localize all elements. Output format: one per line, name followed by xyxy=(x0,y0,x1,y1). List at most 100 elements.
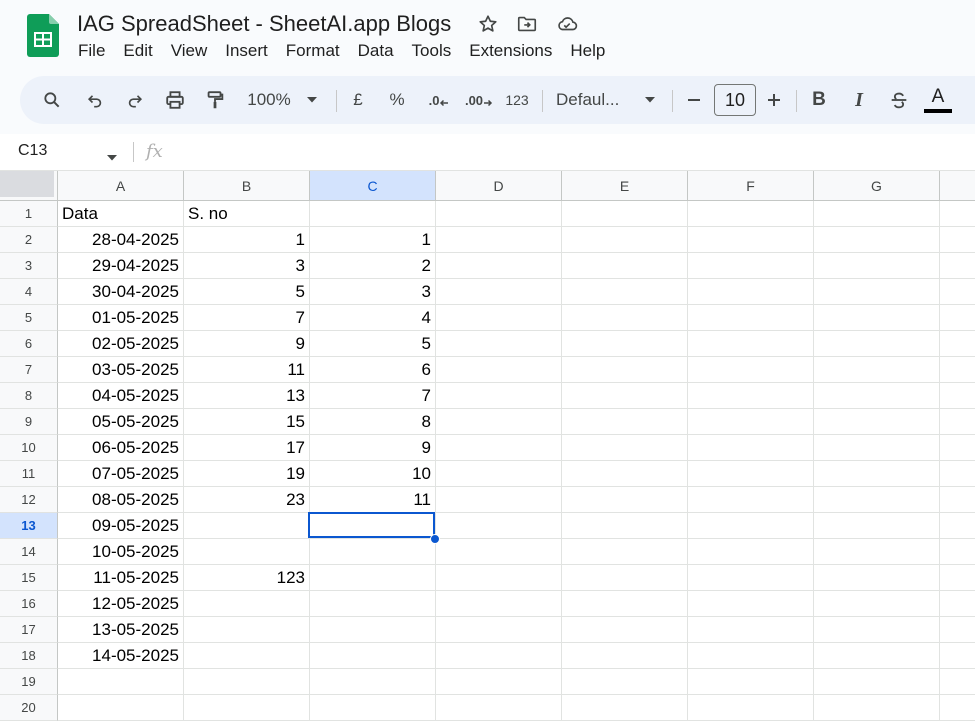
row-header[interactable]: 18 xyxy=(0,643,58,669)
cell-a[interactable]: 03-05-2025 xyxy=(58,357,184,383)
cell-empty[interactable] xyxy=(688,539,814,565)
fill-handle[interactable] xyxy=(430,534,440,544)
cell-a[interactable]: 06-05-2025 xyxy=(58,435,184,461)
cell-c[interactable] xyxy=(310,617,436,643)
undo-icon[interactable] xyxy=(78,76,112,124)
cell-empty[interactable] xyxy=(814,409,940,435)
cell-a[interactable]: 01-05-2025 xyxy=(58,305,184,331)
paint-format-icon[interactable] xyxy=(198,76,232,124)
cell-c[interactable]: 4 xyxy=(310,305,436,331)
cell-c[interactable]: 11 xyxy=(310,487,436,513)
cell-empty[interactable] xyxy=(436,227,562,253)
cell-a[interactable]: 09-05-2025 xyxy=(58,513,184,539)
row-header[interactable]: 1 xyxy=(0,201,58,227)
cell-c[interactable] xyxy=(310,201,436,227)
row-header[interactable]: 17 xyxy=(0,617,58,643)
cell-c[interactable]: 2 xyxy=(310,253,436,279)
select-all-corner[interactable] xyxy=(0,171,58,201)
cell-c[interactable]: 9 xyxy=(310,435,436,461)
cell-empty[interactable] xyxy=(688,695,814,721)
bold-button[interactable]: B xyxy=(806,76,832,124)
column-header-f[interactable]: F xyxy=(688,171,814,201)
cell-empty[interactable] xyxy=(940,513,975,539)
cell-empty[interactable] xyxy=(940,617,975,643)
cell-b[interactable]: 5 xyxy=(184,279,310,305)
percent-format-button[interactable]: % xyxy=(384,76,410,124)
cell-c[interactable]: 8 xyxy=(310,409,436,435)
cell-b[interactable]: 123 xyxy=(184,565,310,591)
cell-a[interactable]: 30-04-2025 xyxy=(58,279,184,305)
cell-b[interactable] xyxy=(184,695,310,721)
currency-format-button[interactable]: £ xyxy=(346,76,370,124)
cell-empty[interactable] xyxy=(562,253,688,279)
zoom-caret-icon[interactable] xyxy=(302,76,322,124)
cell-b[interactable] xyxy=(184,513,310,539)
cell-empty[interactable] xyxy=(436,409,562,435)
menu-view[interactable]: View xyxy=(162,40,217,62)
row-header[interactable]: 12 xyxy=(0,487,58,513)
cell-c[interactable]: 1 xyxy=(310,227,436,253)
document-title[interactable]: IAG SpreadSheet - SheetAI.app Blogs xyxy=(77,10,451,38)
move-to-folder-icon[interactable] xyxy=(515,12,539,36)
cell-a[interactable]: Data xyxy=(58,201,184,227)
cell-empty[interactable] xyxy=(562,591,688,617)
cell-empty[interactable] xyxy=(814,539,940,565)
cell-empty[interactable] xyxy=(436,253,562,279)
cell-a[interactable]: 05-05-2025 xyxy=(58,409,184,435)
cell-empty[interactable] xyxy=(814,565,940,591)
cell-empty[interactable] xyxy=(940,357,975,383)
cell-c[interactable] xyxy=(310,591,436,617)
cell-c[interactable]: 7 xyxy=(310,383,436,409)
cell-empty[interactable] xyxy=(940,435,975,461)
cell-empty[interactable] xyxy=(436,201,562,227)
row-header[interactable]: 16 xyxy=(0,591,58,617)
cell-empty[interactable] xyxy=(814,227,940,253)
cell-empty[interactable] xyxy=(688,331,814,357)
cell-empty[interactable] xyxy=(814,487,940,513)
cell-empty[interactable] xyxy=(814,201,940,227)
cell-empty[interactable] xyxy=(436,357,562,383)
cell-empty[interactable] xyxy=(688,591,814,617)
cell-empty[interactable] xyxy=(688,487,814,513)
zoom-select[interactable]: 100% xyxy=(242,76,296,124)
cell-empty[interactable] xyxy=(940,539,975,565)
cell-empty[interactable] xyxy=(562,305,688,331)
cell-empty[interactable] xyxy=(940,331,975,357)
cell-a[interactable]: 08-05-2025 xyxy=(58,487,184,513)
cell-empty[interactable] xyxy=(814,643,940,669)
cell-empty[interactable] xyxy=(940,279,975,305)
cell-c[interactable]: 10 xyxy=(310,461,436,487)
row-header[interactable]: 6 xyxy=(0,331,58,357)
cell-b[interactable]: 9 xyxy=(184,331,310,357)
row-header[interactable]: 8 xyxy=(0,383,58,409)
cell-empty[interactable] xyxy=(940,669,975,695)
column-header-d[interactable]: D xyxy=(436,171,562,201)
row-header[interactable]: 4 xyxy=(0,279,58,305)
cell-b[interactable] xyxy=(184,643,310,669)
row-header[interactable]: 5 xyxy=(0,305,58,331)
row-header[interactable]: 10 xyxy=(0,435,58,461)
cell-b[interactable] xyxy=(184,591,310,617)
cell-empty[interactable] xyxy=(436,591,562,617)
row-header[interactable]: 15 xyxy=(0,565,58,591)
cell-empty[interactable] xyxy=(688,383,814,409)
cell-empty[interactable] xyxy=(940,253,975,279)
menu-file[interactable]: File xyxy=(69,40,114,62)
row-header[interactable]: 9 xyxy=(0,409,58,435)
cell-empty[interactable] xyxy=(562,331,688,357)
cell-empty[interactable] xyxy=(814,253,940,279)
cell-empty[interactable] xyxy=(940,487,975,513)
cell-b[interactable]: 7 xyxy=(184,305,310,331)
menu-insert[interactable]: Insert xyxy=(216,40,277,62)
menu-extensions[interactable]: Extensions xyxy=(460,40,561,62)
cell-b[interactable] xyxy=(184,539,310,565)
cell-b[interactable]: 19 xyxy=(184,461,310,487)
menu-format[interactable]: Format xyxy=(277,40,349,62)
text-color-button[interactable]: A xyxy=(922,76,954,124)
cell-empty[interactable] xyxy=(940,305,975,331)
cell-a[interactable]: 04-05-2025 xyxy=(58,383,184,409)
column-header-a[interactable]: A xyxy=(58,171,184,201)
decrease-font-size-icon[interactable] xyxy=(682,76,706,124)
cell-empty[interactable] xyxy=(436,539,562,565)
cell-a[interactable]: 10-05-2025 xyxy=(58,539,184,565)
